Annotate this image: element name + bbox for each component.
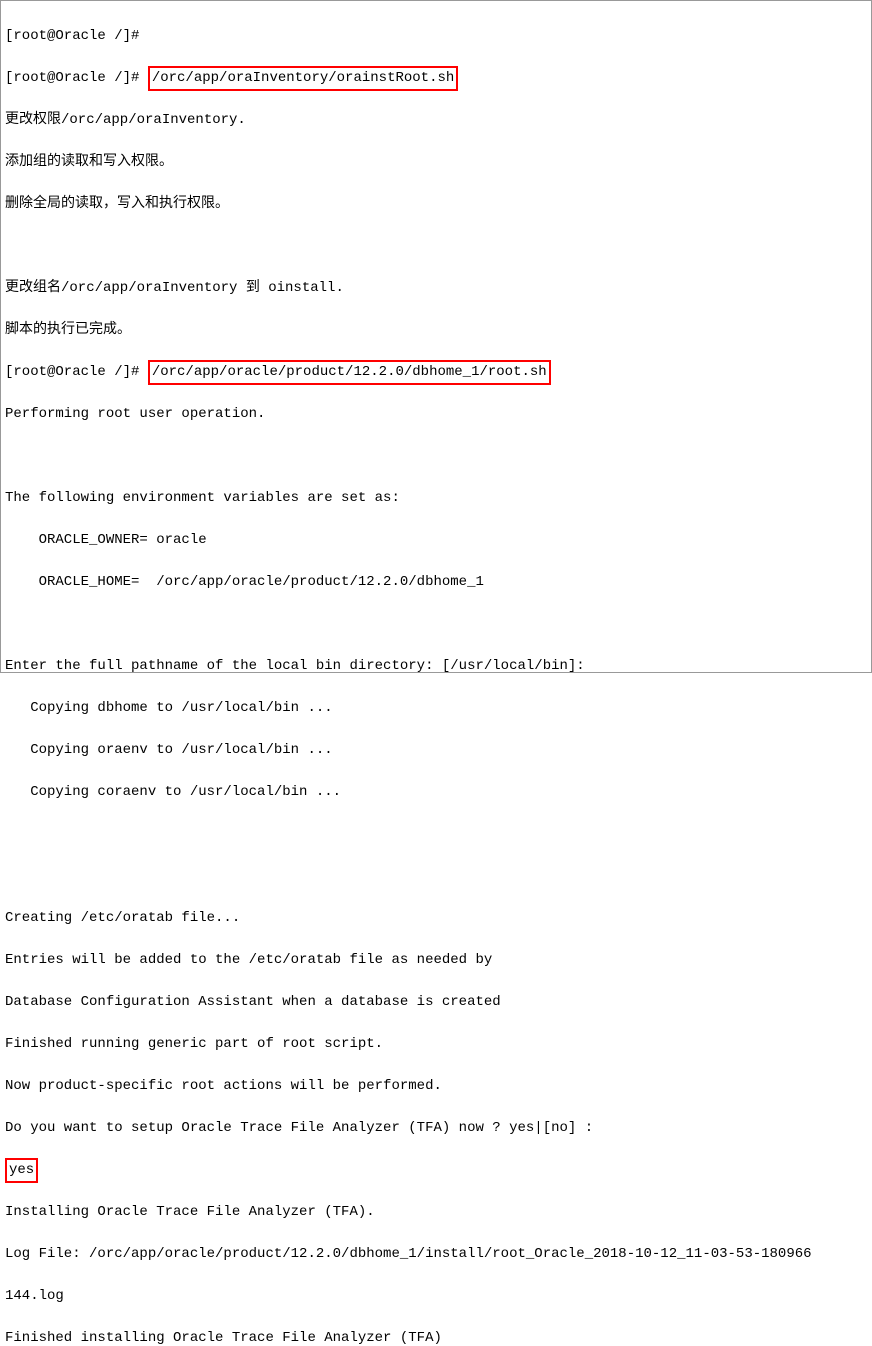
output-line: 删除全局的读取，写入和执行权限。 bbox=[5, 194, 867, 215]
highlighted-command-2: /orc/app/oracle/product/12.2.0/dbhome_1/… bbox=[148, 360, 551, 385]
output-line: Finished running generic part of root sc… bbox=[5, 1034, 867, 1055]
shell-prompt: [root@Oracle /]# bbox=[5, 70, 148, 86]
output-line: Now product-specific root actions will b… bbox=[5, 1076, 867, 1097]
output-line: Installing Oracle Trace File Analyzer (T… bbox=[5, 1202, 867, 1223]
output-line: Copying dbhome to /usr/local/bin ... bbox=[5, 698, 867, 719]
output-line: Database Configuration Assistant when a … bbox=[5, 992, 867, 1013]
blank-line bbox=[5, 614, 867, 635]
output-line: ORACLE_OWNER= oracle bbox=[5, 530, 867, 551]
output-line: 更改权限/orc/app/oraInventory. bbox=[5, 110, 867, 131]
output-line: Do you want to setup Oracle Trace File A… bbox=[5, 1118, 867, 1139]
output-line: ORACLE_HOME= /orc/app/oracle/product/12.… bbox=[5, 572, 867, 593]
output-line: 144.log bbox=[5, 1286, 867, 1307]
blank-line bbox=[5, 236, 867, 257]
blank-line bbox=[5, 866, 867, 887]
output-line: Finished installing Oracle Trace File An… bbox=[5, 1328, 867, 1346]
output-line: 添加组的读取和写入权限。 bbox=[5, 152, 867, 173]
terminal-output: [root@Oracle /]# [root@Oracle /]# /orc/a… bbox=[5, 5, 867, 1346]
output-line: The following environment variables are … bbox=[5, 488, 867, 509]
output-line: Copying oraenv to /usr/local/bin ... bbox=[5, 740, 867, 761]
output-line: Enter the full pathname of the local bin… bbox=[5, 656, 867, 677]
output-line: 更改组名/orc/app/oraInventory 到 oinstall. bbox=[5, 278, 867, 299]
blank-line bbox=[5, 824, 867, 845]
highlighted-command-1: /orc/app/oraInventory/orainstRoot.sh bbox=[148, 66, 458, 91]
output-line: Entries will be added to the /etc/oratab… bbox=[5, 950, 867, 971]
output-line: Log File: /orc/app/oracle/product/12.2.0… bbox=[5, 1244, 867, 1265]
blank-line bbox=[5, 446, 867, 467]
shell-prompt: [root@Oracle /]# bbox=[5, 364, 148, 380]
shell-prompt: [root@Oracle /]# bbox=[5, 28, 148, 44]
output-line: Creating /etc/oratab file... bbox=[5, 908, 867, 929]
output-line: Copying coraenv to /usr/local/bin ... bbox=[5, 782, 867, 803]
output-line: Performing root user operation. bbox=[5, 404, 867, 425]
output-line: 脚本的执行已完成。 bbox=[5, 320, 867, 341]
highlighted-user-input: yes bbox=[5, 1158, 38, 1183]
